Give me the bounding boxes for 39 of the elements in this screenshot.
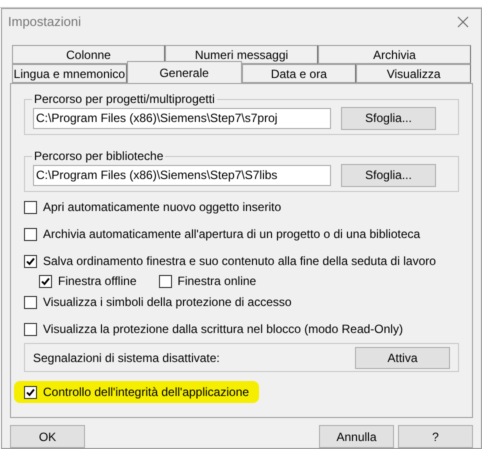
checkbox[interactable] (24, 386, 37, 398)
close-icon[interactable] (457, 16, 469, 28)
checkmark-icon (26, 256, 35, 266)
dialog-button[interactable]: OK (10, 425, 85, 448)
path-field[interactable]: C:\Program Files (x86)\Siemens\Step7\s7proj (33, 108, 331, 128)
checkbox-label: Visualizza la protezione dalla scrittura nel blocco (modo Read-Only) (43, 322, 403, 336)
dialog-button[interactable]: ? (398, 425, 473, 448)
checkbox-label: Salva ordinamento finestra e suo contenuto alla fine della seduta di lavoro (43, 254, 436, 268)
checkbox-label: Finestra online (178, 274, 256, 288)
checkbox[interactable] (24, 296, 37, 308)
checkbox-label: Visualizza i simboli della protezione di accesso (43, 295, 292, 309)
checkbox[interactable] (39, 274, 52, 288)
checkmark-icon (41, 276, 50, 286)
system-messages-label: Segnalazioni di sistema disattivate: (33, 350, 220, 364)
activate-button[interactable]: Attiva (355, 346, 450, 368)
browse-button[interactable]: Sfoglia... (341, 106, 436, 130)
checkbox[interactable] (24, 228, 37, 240)
checkbox-label: Archivia automaticamente all'apertura di un progetto o di una biblioteca (43, 227, 420, 241)
checkbox[interactable] (24, 254, 37, 268)
tab[interactable]: Data e ora (242, 64, 356, 83)
checkbox-label: Apri automaticamente nuovo oggetto inserito (43, 200, 282, 214)
checkbox-label: Finestra offline (58, 274, 136, 288)
tab[interactable]: Generale (126, 61, 242, 83)
checkbox[interactable] (24, 322, 37, 336)
tab[interactable]: Archivia (318, 45, 471, 64)
tab[interactable]: Colonne (12, 45, 165, 64)
tab[interactable]: Visualizza (356, 64, 471, 83)
window-title: Impostazioni (8, 15, 81, 29)
tab[interactable]: Lingua e mnemonico (12, 64, 127, 83)
group-label: Percorso per biblioteche (32, 149, 166, 163)
checkbox[interactable] (158, 274, 172, 288)
path-field[interactable]: C:\Program Files (x86)\Siemens\Step7\S7libs (33, 164, 331, 186)
browse-button[interactable]: Sfoglia... (341, 164, 436, 186)
checkmark-icon (26, 388, 35, 396)
checkbox-label: Controllo dell'integrità dell'applicazione (43, 385, 250, 399)
tab[interactable]: Numeri messaggi (165, 45, 318, 64)
dialog-button[interactable]: Annulla (319, 425, 394, 448)
group-label: Percorso per progetti/multiprogetti (32, 92, 217, 106)
checkbox[interactable] (24, 200, 37, 214)
